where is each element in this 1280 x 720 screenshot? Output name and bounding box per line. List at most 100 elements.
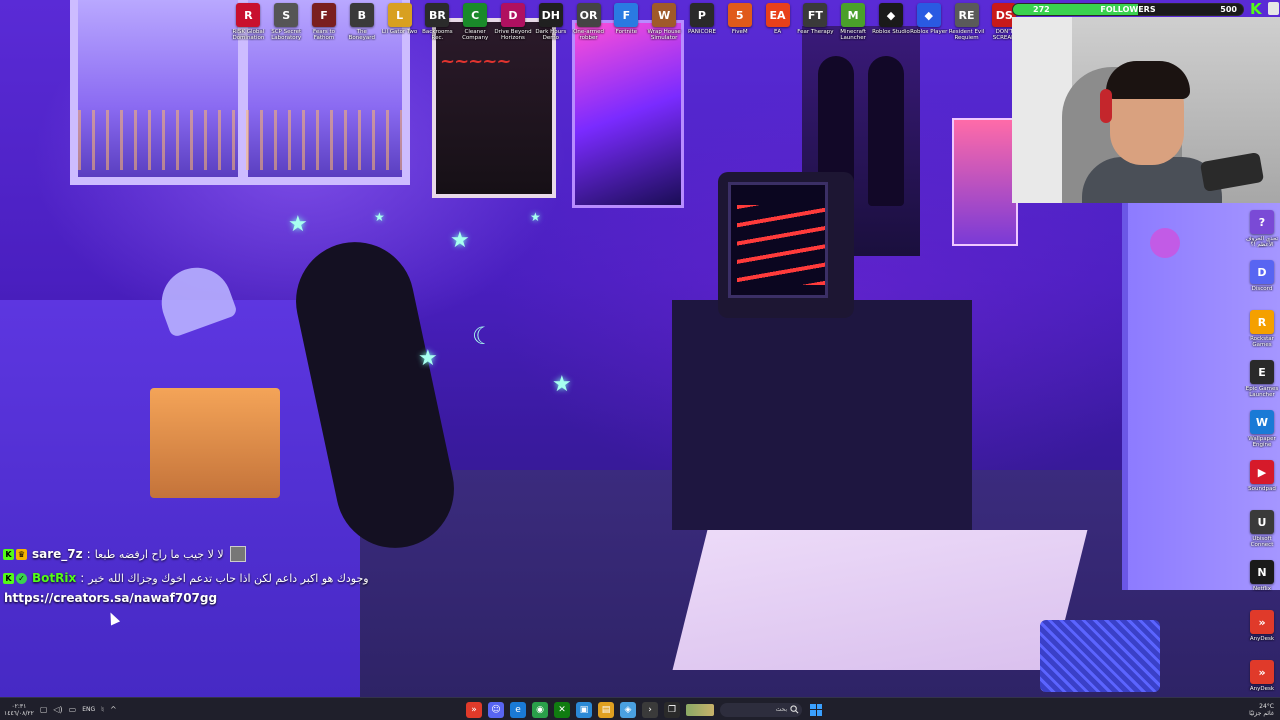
shortcut-label: RISK Global Domination — [232, 29, 265, 41]
chat-username: BotRix — [32, 571, 77, 585]
chat-text: وجودك هو اكبر داعم لكن اذا حاب تدعم اخوك… — [88, 571, 369, 585]
taskbar-terminal-icon[interactable]: › — [642, 701, 658, 718]
desktop-shortcut[interactable]: DH Dark Hours Demo — [532, 3, 569, 47]
chat-separator: : — [80, 571, 85, 585]
desktop-shortcut[interactable]: W Wrap House Simulator — [646, 3, 683, 47]
overlay-doc-icon — [1268, 2, 1279, 15]
taskbar-date: ١٤٤٦/٠٨/٢٢ — [4, 709, 34, 717]
desktop-shortcut[interactable]: L Lil Gator Two — [381, 3, 418, 47]
wallpaper-door-sign — [1150, 228, 1180, 258]
desktop-shortcut[interactable]: S SCP Secret Laboratory — [268, 3, 305, 47]
desktop-shortcut[interactable]: W Wallpaper Engine — [1244, 410, 1280, 454]
desktop-shortcut[interactable]: N Netflix — [1244, 560, 1280, 604]
shortcut-label: EA — [773, 29, 782, 35]
taskbar-photos-icon[interactable]: ◈ — [620, 701, 636, 718]
chat-message: K ♛ sare_7z : لا لا جيب ما راح ارفضه طبع… — [0, 543, 500, 565]
weather-description: غائم جزئيًا — [1249, 709, 1274, 717]
shortcut-label: Lil Gator Two — [381, 29, 418, 35]
taskbar-weather[interactable]: 24°C غائم جزئيًا — [1249, 698, 1274, 720]
app-icon: R — [236, 3, 261, 27]
desktop-shortcut[interactable]: 5 FiveM — [721, 3, 758, 47]
app-icon: DH — [538, 3, 563, 27]
taskbar-task-view-icon[interactable]: ❐ — [664, 701, 680, 718]
shortcut-label: PANICORE — [688, 29, 716, 35]
taskbar-xbox-icon[interactable]: ✕ — [554, 701, 570, 718]
app-icon: 5 — [727, 3, 752, 27]
desktop-shortcut[interactable]: BR Backrooms Rec. — [419, 3, 456, 47]
desktop-shortcut[interactable]: R RISK Global Domination — [230, 3, 267, 47]
network-icon[interactable]: ▭ — [69, 705, 77, 714]
desktop-shortcut[interactable]: OR One-armed robber — [570, 3, 607, 47]
app-icon: M — [841, 3, 866, 27]
language-indicator[interactable]: ENG — [82, 706, 95, 713]
shortcut-label: Roblox Player — [910, 29, 948, 35]
chat-link: https://creators.sa/nawaf707gg — [4, 591, 218, 605]
followers-goal: 500 — [1220, 5, 1237, 14]
taskbar-time: ٠٢:٣١ — [11, 702, 27, 710]
taskbar-store-icon[interactable]: ▣ — [576, 701, 592, 718]
start-button[interactable] — [808, 702, 824, 718]
volume-icon[interactable]: ◁) — [53, 705, 62, 714]
webcam-feed — [1012, 17, 1280, 203]
app-icon: W — [652, 3, 677, 27]
shortcut-label: Roblox Studio — [872, 29, 910, 35]
star-decal-icon: ★ — [530, 210, 541, 224]
star-decal-icon: ★ — [450, 228, 470, 253]
app-icon: ▶ — [1250, 460, 1274, 484]
desktop-shortcut[interactable]: R Rockstar Games — [1244, 310, 1280, 354]
search-placeholder: بحث — [775, 706, 787, 713]
taskbar-pinned-apps: » ☺ e ◉ ✕ ▣ ▤ ◈ › ❐ بحث — [466, 700, 824, 719]
taskbar-discord-icon[interactable]: ☺ — [488, 701, 504, 718]
shortcut-label: Minecraft Launcher — [840, 29, 867, 41]
app-icon: ◆ — [916, 3, 941, 27]
desktop-shortcuts-top: R RISK Global Domination S SCP Secret Labor… — [230, 3, 1023, 47]
microphone-icon — [1199, 152, 1265, 192]
wallpaper-basket — [1040, 620, 1160, 692]
taskbar-file-explorer-icon[interactable]: ▤ — [598, 701, 614, 718]
app-icon: C — [463, 3, 488, 27]
shortcut-label: Dark Hours Demo — [535, 29, 567, 41]
desktop-shortcut[interactable]: RE Resident Evil Requiem — [948, 3, 985, 47]
taskbar-search-box[interactable]: بحث — [720, 702, 802, 717]
desktop-shortcut[interactable]: D Drive Beyond Horizons — [494, 3, 532, 47]
chevron-up-icon[interactable]: ^ — [110, 705, 117, 714]
star-decal-icon: ★ — [418, 346, 438, 371]
app-icon: U — [1250, 510, 1274, 534]
desktop-shortcut[interactable]: F Fortnite — [608, 3, 645, 47]
app-icon: F — [311, 3, 336, 27]
desktop-shortcut[interactable]: M Minecraft Launcher — [835, 3, 872, 47]
desktop-shortcut[interactable]: EA EA — [759, 3, 796, 47]
shortcut-label: Resident Evil Requiem — [948, 29, 985, 41]
desktop-shortcut[interactable]: ? تحدي الحروف الأعظم !؟ — [1244, 210, 1280, 254]
taskbar-widget-thumbnail[interactable] — [686, 703, 714, 716]
app-icon: F — [614, 3, 639, 27]
taskbar-anydesk-icon[interactable]: » — [466, 701, 482, 718]
kick-logo-icon: K — [1250, 0, 1262, 18]
notification-icon[interactable]: ▢ — [40, 705, 48, 714]
shortcut-label: Backrooms Rec. — [422, 29, 453, 41]
shortcut-label: Netflix — [1253, 586, 1271, 592]
app-icon: W — [1250, 410, 1274, 434]
desktop-shortcut[interactable]: U Ubisoft Connect — [1244, 510, 1280, 554]
desktop-shortcut[interactable]: » AnyDesk — [1244, 610, 1280, 654]
microphone-icon[interactable]: ♮ — [101, 705, 104, 714]
desktop-shortcut[interactable]: ◆ Roblox Studio — [872, 3, 910, 47]
app-icon: D — [500, 3, 525, 27]
app-icon: ◆ — [878, 3, 903, 27]
desktop-shortcut[interactable]: FT Fear Therapy — [797, 3, 834, 47]
taskbar-edge-icon[interactable]: e — [510, 701, 526, 718]
desktop-shortcut[interactable]: ◆ Roblox Player — [910, 3, 947, 47]
desktop-shortcut[interactable]: F Fears to Fathom — [306, 3, 343, 47]
search-icon — [790, 705, 799, 714]
desktop-shortcut[interactable]: ▶ Soundpad — [1244, 460, 1280, 504]
chat-overlay: K ♛ sare_7z : لا لا جيب ما راح ارفضه طبع… — [0, 543, 500, 607]
taskbar-clock[interactable]: ٠٢:٣١ ١٤٤٦/٠٨/٢٢ — [4, 703, 34, 717]
desktop-shortcut[interactable]: D Discord — [1244, 260, 1280, 304]
desktop-shortcut[interactable]: E Epic Games Launcher — [1244, 360, 1280, 404]
taskbar-chrome-icon[interactable]: ◉ — [532, 701, 548, 718]
shortcut-label: Cleaner Company — [462, 29, 489, 41]
desktop-shortcut[interactable]: C Cleaner Company — [457, 3, 494, 47]
desktop-shortcut[interactable]: B The Boneyard — [343, 3, 380, 47]
desktop-shortcuts-right: ? تحدي الحروف الأعظم !؟ D Discord R Rockstar … — [1244, 210, 1280, 704]
desktop-shortcut[interactable]: P PANICORE — [684, 3, 721, 47]
